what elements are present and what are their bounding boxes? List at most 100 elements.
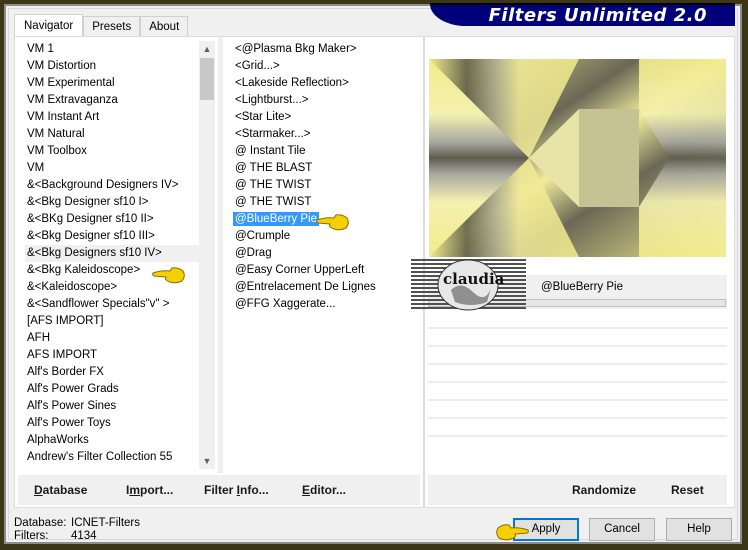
import-button[interactable]: Import... [126, 483, 173, 497]
category-item-label: &<Kaleidoscope> [27, 281, 118, 293]
tab-presets[interactable]: Presets [83, 16, 141, 37]
category-item-label: VM Toolbox [27, 145, 87, 157]
filter-item-label: @FFG Xaggerate... [235, 298, 336, 310]
navigator-panel: VM 1 VM Distortion VM Experimental VM Ex… [14, 36, 424, 508]
status-area: Database: ICNET-Filters Filters: 4134 [14, 517, 140, 543]
category-list-item[interactable]: &<BKg Designer sf10 II> [25, 211, 203, 228]
category-list-item[interactable]: VM Natural [25, 126, 203, 143]
watermark-stamp: claudia [411, 258, 526, 311]
category-list-item[interactable]: Andrew's Filter Collection 55 [25, 449, 203, 466]
category-item-label: VM 1 [27, 43, 54, 55]
filter-list-item[interactable]: @FFG Xaggerate... [233, 296, 423, 313]
category-item-label: [AFS IMPORT] [27, 315, 104, 327]
filter-list-item[interactable]: <Grid...> [233, 58, 423, 75]
scroll-thumb[interactable] [200, 58, 214, 100]
filter-list-item[interactable]: <@Plasma Bkg Maker> [233, 41, 423, 58]
category-item-label: AlphaWorks [27, 434, 89, 446]
pointing-hand-icon [152, 267, 185, 284]
category-list-item[interactable]: &<Sandflower Specials"v" > [25, 296, 203, 313]
database-label: Database: [14, 517, 67, 529]
param-slot [428, 327, 727, 329]
editor-button[interactable]: Editor... [302, 483, 346, 497]
category-list-item[interactable]: VM 1 [25, 41, 203, 58]
database-button[interactable]: Database [34, 483, 87, 497]
category-list-item[interactable]: AFS IMPORT [25, 347, 203, 364]
scroll-up-icon[interactable]: ▲ [199, 41, 215, 57]
filters-count: 4134 [71, 530, 97, 542]
category-list-item[interactable]: VM Extravaganza [25, 92, 203, 109]
category-list-item[interactable]: &<Bkg Designer sf10 III> [25, 228, 203, 245]
filter-item-label: @ THE TWIST [235, 179, 312, 191]
category-list-item[interactable]: VM Toolbox [25, 143, 203, 160]
filter-list-item[interactable]: <Lakeside Reflection> [233, 75, 423, 92]
param-slot [428, 417, 727, 419]
param-slot [428, 363, 727, 365]
filter-item-label: @ Instant Tile [235, 145, 306, 157]
filter-item-label: @Entrelacement De Lignes [235, 281, 376, 293]
filter-item-label: @Crumple [235, 230, 291, 242]
filter-list-item[interactable]: @Entrelacement De Lignes [233, 279, 423, 296]
filter-item-label: <Star Lite> [235, 111, 292, 123]
filter-list-item[interactable]: @Easy Corner UpperLeft [233, 262, 423, 279]
filter-item-label: @Drag [235, 247, 272, 259]
category-list-item[interactable]: AlphaWorks [25, 432, 203, 449]
filter-list-item[interactable]: @ THE TWIST [233, 177, 423, 194]
reset-button[interactable]: Reset [671, 483, 704, 497]
filter-list-item[interactable]: @ THE TWIST [233, 194, 423, 211]
category-item-label: &<Bkg Designer sf10 I> [27, 196, 149, 208]
category-item-label: VM Distortion [27, 60, 97, 72]
filter-item-label: @Easy Corner UpperLeft [235, 264, 365, 276]
filter-list-item[interactable]: @ THE BLAST [233, 160, 423, 177]
tab-about[interactable]: About [140, 16, 189, 37]
category-item-label: Alf's Border FX [27, 366, 104, 378]
category-list-item[interactable]: [AFS IMPORT] [25, 313, 203, 330]
category-item-label: &<BKg Designer sf10 II> [27, 213, 154, 225]
category-item-label: VM [27, 162, 45, 174]
category-item-label: &<Bkg Kaleidoscope> [27, 264, 141, 276]
pointing-hand-icon [496, 524, 529, 541]
filters-label: Filters: [14, 530, 49, 542]
category-list-item[interactable]: &<Bkg Designers sf10 IV> [25, 245, 203, 262]
category-item-label: VM Natural [27, 128, 85, 140]
tab-navigator[interactable]: Navigator [14, 14, 84, 37]
category-item-label: VM Extravaganza [27, 94, 118, 106]
scroll-down-icon[interactable]: ▼ [199, 453, 215, 469]
category-item-label: Alf's Power Toys [27, 417, 111, 429]
cancel-button[interactable]: Cancel [589, 518, 655, 541]
filter-list-item[interactable]: <Starmaker...> [233, 126, 423, 143]
pointing-hand-icon [316, 214, 349, 231]
category-list-item[interactable]: &<Bkg Designer sf10 I> [25, 194, 203, 211]
category-item-label: AFS IMPORT [27, 349, 98, 361]
preview-toolbar: Randomize Reset [428, 475, 727, 505]
randomize-button[interactable]: Randomize [572, 483, 636, 497]
category-item-label: &<Bkg Designer sf10 III> [27, 230, 155, 242]
category-list-item[interactable]: Alf's Power Sines [25, 398, 203, 415]
database-value: ICNET-Filters [71, 517, 140, 529]
filter-list[interactable]: <@Plasma Bkg Maker> <Grid...> <Lakeside Re… [233, 41, 423, 471]
category-list-item[interactable]: VM Experimental [25, 75, 203, 92]
filter-info-button[interactable]: Filter Info... [204, 483, 269, 497]
filter-list-item[interactable]: <Lightburst...> [233, 92, 423, 109]
category-scrollbar[interactable]: ▲ ▼ [199, 41, 215, 469]
title-banner: Filters Unlimited 2.0 [430, 3, 735, 26]
filter-list-item[interactable]: @Drag [233, 245, 423, 262]
category-list-item[interactable]: VM [25, 160, 203, 177]
category-list-item[interactable]: &<Background Designers IV> [25, 177, 203, 194]
category-list-item[interactable]: VM Instant Art [25, 109, 203, 126]
category-list-item[interactable]: AFH [25, 330, 203, 347]
category-item-label: VM Experimental [27, 77, 115, 89]
category-item-label: AFH [27, 332, 50, 344]
navigator-toolbar: Database Import... Filter Info... Editor… [18, 475, 420, 505]
filter-item-label: <Lakeside Reflection> [235, 77, 349, 89]
filter-list-item[interactable]: <Star Lite> [233, 109, 423, 126]
param-slot [428, 435, 727, 437]
category-list-item[interactable]: Alf's Power Toys [25, 415, 203, 432]
category-list[interactable]: VM 1 VM Distortion VM Experimental VM Ex… [25, 41, 203, 471]
category-list-item[interactable]: VM Distortion [25, 58, 203, 75]
category-item-label: VM Instant Art [27, 111, 100, 123]
category-list-item[interactable]: Alf's Border FX [25, 364, 203, 381]
filter-item-label: <Starmaker...> [235, 128, 311, 140]
help-button[interactable]: Help [666, 518, 732, 541]
category-list-item[interactable]: Alf's Power Grads [25, 381, 203, 398]
filter-list-item[interactable]: @ Instant Tile [233, 143, 423, 160]
